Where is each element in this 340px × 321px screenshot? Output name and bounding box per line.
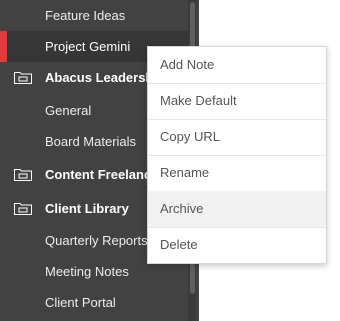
- menu-item-label: Make Default: [160, 93, 237, 108]
- folder-icon: [14, 169, 32, 181]
- menu-item-copy-url[interactable]: Copy URL: [148, 119, 326, 155]
- sidebar-item-feature-ideas[interactable]: Feature Ideas: [0, 0, 188, 31]
- menu-item-label: Delete: [160, 237, 198, 252]
- selected-indicator: [0, 31, 7, 62]
- menu-item-label: Add Note: [160, 57, 215, 72]
- folder-icon: [14, 72, 32, 84]
- menu-item-make-default[interactable]: Make Default: [148, 83, 326, 119]
- sidebar-item-label: Meeting Notes: [45, 264, 129, 279]
- sidebar-item-label: Feature Ideas: [45, 8, 126, 23]
- context-menu: Add Note Make Default Copy URL Rename Ar…: [147, 46, 327, 264]
- sidebar-item-label: Client Portal: [45, 295, 116, 310]
- sidebar-group-label: Client Library: [45, 201, 129, 216]
- sidebar-item-label: General: [45, 103, 92, 118]
- sidebar-item-client-portal[interactable]: Client Portal: [0, 287, 188, 318]
- menu-item-label: Rename: [160, 165, 210, 180]
- sidebar-item-label: Project Gemini: [45, 39, 131, 54]
- menu-item-archive[interactable]: Archive: [148, 191, 326, 227]
- sidebar-item-label: Board Materials: [45, 134, 137, 149]
- folder-icon: [14, 203, 32, 215]
- menu-item-add-note[interactable]: Add Note: [148, 47, 326, 83]
- page: Feature Ideas Project Gemini Abacus Lead…: [0, 0, 340, 321]
- menu-item-label: Archive: [160, 201, 204, 216]
- menu-item-delete[interactable]: Delete: [148, 227, 326, 263]
- sidebar-item-label: Quarterly Reports: [45, 233, 148, 248]
- menu-item-rename[interactable]: Rename: [148, 155, 326, 191]
- menu-item-label: Copy URL: [160, 129, 220, 144]
